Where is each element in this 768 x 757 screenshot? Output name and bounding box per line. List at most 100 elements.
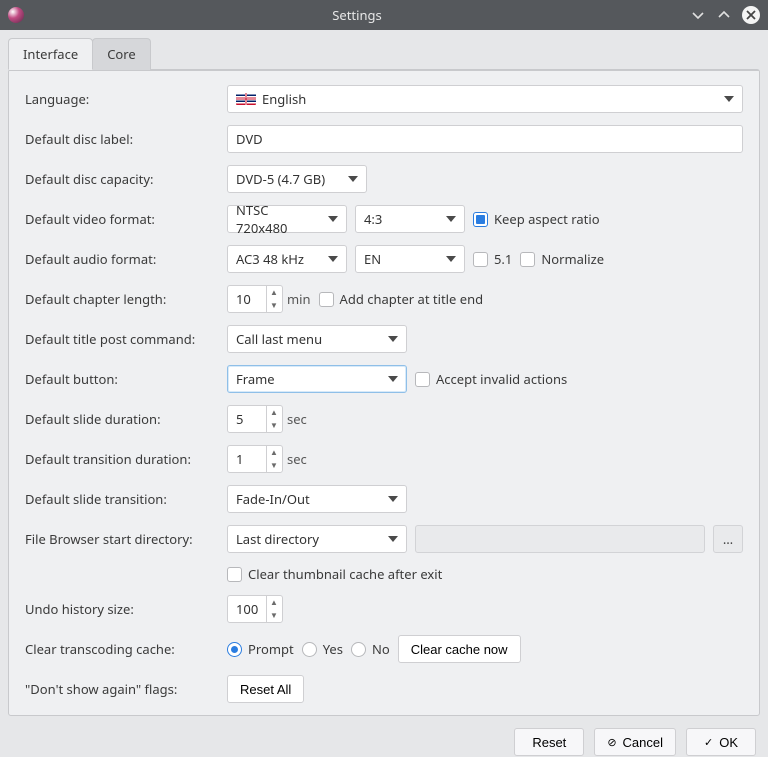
- ok-button-label: OK: [719, 735, 738, 750]
- label-file-browser-start: File Browser start directory:: [25, 530, 221, 548]
- label-disc-label: Default disc label:: [25, 130, 221, 148]
- undo-history-value: 100: [236, 600, 266, 618]
- normalize-label: Normalize: [541, 250, 604, 268]
- cancel-icon: ⊘: [607, 736, 616, 749]
- label-disc-capacity: Default disc capacity:: [25, 170, 221, 188]
- tabs: Interface Core: [8, 37, 760, 69]
- transcoding-prompt-label: Prompt: [248, 640, 294, 658]
- transcoding-prompt-radio[interactable]: Prompt: [227, 640, 294, 658]
- transcoding-yes-radio[interactable]: Yes: [302, 640, 343, 658]
- app-icon: [8, 7, 24, 23]
- undo-history-stepper[interactable]: 100 ▲▼: [227, 595, 283, 623]
- close-icon[interactable]: [742, 6, 760, 24]
- label-slide-duration: Default slide duration:: [25, 410, 221, 428]
- unit-sec: sec: [287, 410, 307, 428]
- title-post-select[interactable]: Call last menu: [227, 325, 407, 353]
- label-clear-transcoding: Clear transcoding cache:: [25, 640, 221, 658]
- normalize-checkbox[interactable]: Normalize: [520, 250, 604, 268]
- cancel-button[interactable]: ⊘ Cancel: [594, 728, 676, 756]
- reset-all-label: Reset All: [240, 682, 291, 697]
- add-chapter-end-checkbox[interactable]: Add chapter at title end: [319, 290, 484, 308]
- video-format-select[interactable]: NTSC 720x480: [227, 205, 347, 233]
- accept-invalid-checkbox[interactable]: Accept invalid actions: [415, 370, 567, 388]
- audio-51-checkbox[interactable]: 5.1: [473, 250, 512, 268]
- checkbox-box-icon: [473, 252, 488, 267]
- file-browser-start-select[interactable]: Last directory: [227, 525, 407, 553]
- chevron-down-icon: [446, 214, 456, 224]
- transition-duration-stepper[interactable]: 1 ▲▼: [227, 445, 283, 473]
- slide-duration-stepper[interactable]: 5 ▲▼: [227, 405, 283, 433]
- clear-thumb-cache-checkbox[interactable]: Clear thumbnail cache after exit: [227, 565, 442, 583]
- label-transition-duration: Default transition duration:: [25, 450, 221, 468]
- language-select[interactable]: English: [227, 85, 743, 113]
- file-browser-path-display: [415, 525, 705, 553]
- unit-min: min: [287, 290, 311, 308]
- keep-aspect-checkbox[interactable]: Keep aspect ratio: [473, 210, 600, 228]
- chevron-down-icon: [328, 214, 338, 224]
- default-button-select[interactable]: Frame: [227, 365, 407, 393]
- chevron-down-icon: [348, 174, 358, 184]
- minimize-icon[interactable]: [690, 7, 706, 23]
- stepper-buttons[interactable]: ▲▼: [266, 596, 281, 622]
- reset-button[interactable]: Reset: [514, 728, 584, 756]
- transcoding-yes-label: Yes: [323, 640, 343, 658]
- reset-all-button[interactable]: Reset All: [227, 675, 304, 703]
- slide-transition-value: Fade-In/Out: [236, 490, 310, 508]
- radio-dot-icon: [227, 642, 242, 657]
- label-title-post: Default title post command:: [25, 330, 221, 348]
- video-format-value: NTSC 720x480: [236, 201, 320, 237]
- window-title: Settings: [24, 6, 690, 24]
- label-default-button: Default button:: [25, 370, 221, 388]
- ok-button[interactable]: ✓ OK: [686, 728, 756, 756]
- chevron-down-icon: [388, 534, 398, 544]
- title-post-value: Call last menu: [236, 330, 322, 348]
- disc-label-value: DVD: [236, 130, 263, 148]
- stepper-buttons[interactable]: ▲▼: [266, 286, 281, 312]
- checkbox-box-icon: [415, 372, 430, 387]
- checkbox-box-icon: [473, 212, 488, 227]
- accept-invalid-label: Accept invalid actions: [436, 370, 567, 388]
- stepper-buttons[interactable]: ▲▼: [266, 446, 281, 472]
- label-language: Language:: [25, 90, 221, 108]
- audio-codec-value: AC3 48 kHz: [236, 250, 304, 268]
- disc-capacity-value: DVD-5 (4.7 GB): [236, 170, 325, 188]
- chevron-down-icon: [724, 94, 734, 104]
- label-audio-format: Default audio format:: [25, 250, 221, 268]
- aspect-ratio-select[interactable]: 4:3: [355, 205, 465, 233]
- add-chapter-end-label: Add chapter at title end: [340, 290, 484, 308]
- tab-interface[interactable]: Interface: [8, 38, 93, 70]
- clear-cache-now-button[interactable]: Clear cache now: [398, 635, 521, 663]
- uk-flag-icon: [236, 93, 256, 105]
- radio-dot-icon: [302, 642, 317, 657]
- label-video-format: Default video format:: [25, 210, 221, 228]
- audio-lang-value: EN: [364, 250, 381, 268]
- audio-51-label: 5.1: [494, 250, 512, 268]
- chevron-down-icon: [388, 494, 398, 504]
- transition-duration-value: 1: [236, 450, 266, 468]
- check-icon: ✓: [704, 736, 713, 749]
- slide-duration-value: 5: [236, 410, 266, 428]
- radio-dot-icon: [351, 642, 366, 657]
- aspect-ratio-value: 4:3: [364, 210, 382, 228]
- stepper-buttons[interactable]: ▲▼: [266, 406, 281, 432]
- tab-core[interactable]: Core: [92, 38, 151, 70]
- label-slide-transition: Default slide transition:: [25, 490, 221, 508]
- disc-capacity-select[interactable]: DVD-5 (4.7 GB): [227, 165, 367, 193]
- audio-lang-select[interactable]: EN: [355, 245, 465, 273]
- maximize-icon[interactable]: [716, 7, 732, 23]
- label-chapter-length: Default chapter length:: [25, 290, 221, 308]
- slide-transition-select[interactable]: Fade-In/Out: [227, 485, 407, 513]
- transcoding-no-radio[interactable]: No: [351, 640, 390, 658]
- browse-directory-button[interactable]: …: [713, 525, 743, 553]
- transcoding-no-label: No: [372, 640, 390, 658]
- ellipsis-icon: …: [723, 530, 733, 548]
- chevron-down-icon: [328, 254, 338, 264]
- unit-sec: sec: [287, 450, 307, 468]
- label-undo-history: Undo history size:: [25, 600, 221, 618]
- cancel-button-label: Cancel: [623, 735, 663, 750]
- file-browser-start-value: Last directory: [236, 530, 319, 548]
- chevron-down-icon: [446, 254, 456, 264]
- chapter-length-stepper[interactable]: 10 ▲▼: [227, 285, 283, 313]
- disc-label-input[interactable]: DVD: [227, 125, 743, 153]
- audio-codec-select[interactable]: AC3 48 kHz: [227, 245, 347, 273]
